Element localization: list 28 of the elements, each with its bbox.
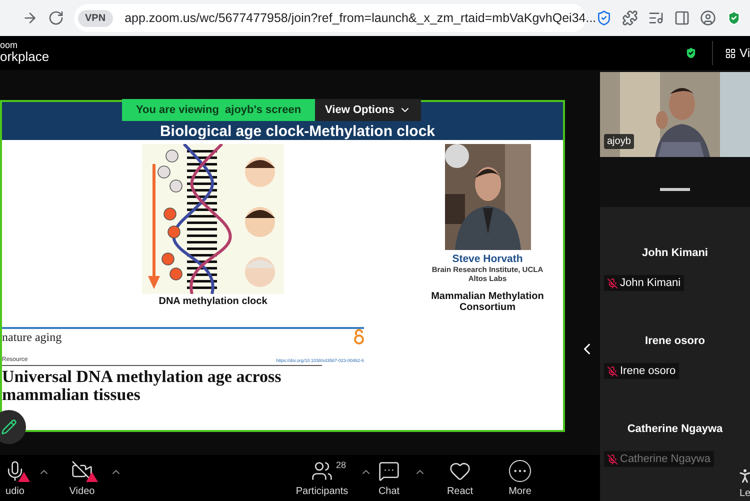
- leave-button[interactable]: Le: [734, 467, 750, 499]
- brand-text: oom: [0, 41, 19, 50]
- vpn-badge[interactable]: VPN: [78, 10, 113, 26]
- participant-label: Catherine Ngaywa: [604, 451, 714, 467]
- participant-label: John Kimani: [604, 275, 684, 291]
- slide-title: Biological age clock-Methylation clock: [160, 123, 436, 140]
- address-url[interactable]: app.zoom.us/wc/5677477958/join?ref_from=launch&_x_zm_rtaid=mbVaKgvhQei34...: [124, 11, 596, 25]
- more-button[interactable]: More: [500, 460, 540, 496]
- viewing-banner: You are viewing ajoyb's screen: [122, 99, 316, 121]
- participants-button[interactable]: 28 Participants: [292, 460, 352, 496]
- audio-button[interactable]: udio: [0, 460, 30, 496]
- participant-name: Irene osoro: [644, 335, 706, 347]
- journal-name: nature aging: [2, 330, 62, 344]
- participant-label: Irene osoro: [604, 363, 679, 379]
- participant-count: 28: [336, 460, 346, 470]
- brand-text: orkplace: [0, 50, 50, 65]
- paper-title: Universal DNA methylation age across mammalian tissues: [2, 365, 322, 404]
- consortium-name: Mammalian Methylation Consortium: [430, 291, 545, 313]
- view-options-button[interactable]: View Options: [315, 99, 421, 121]
- view-button[interactable]: Vi: [712, 41, 750, 65]
- figure-caption: DNA methylation clock: [158, 296, 268, 307]
- participant-name: Catherine Ngaywa: [626, 423, 724, 435]
- chat-button[interactable]: Chat: [372, 460, 406, 496]
- speaker-name: Steve Horvath: [452, 253, 523, 265]
- react-button[interactable]: React: [440, 460, 480, 496]
- video-button[interactable]: Video: [62, 460, 102, 496]
- participant-name: ajoyb: [604, 134, 634, 149]
- participant-name: John Kimani: [640, 247, 709, 259]
